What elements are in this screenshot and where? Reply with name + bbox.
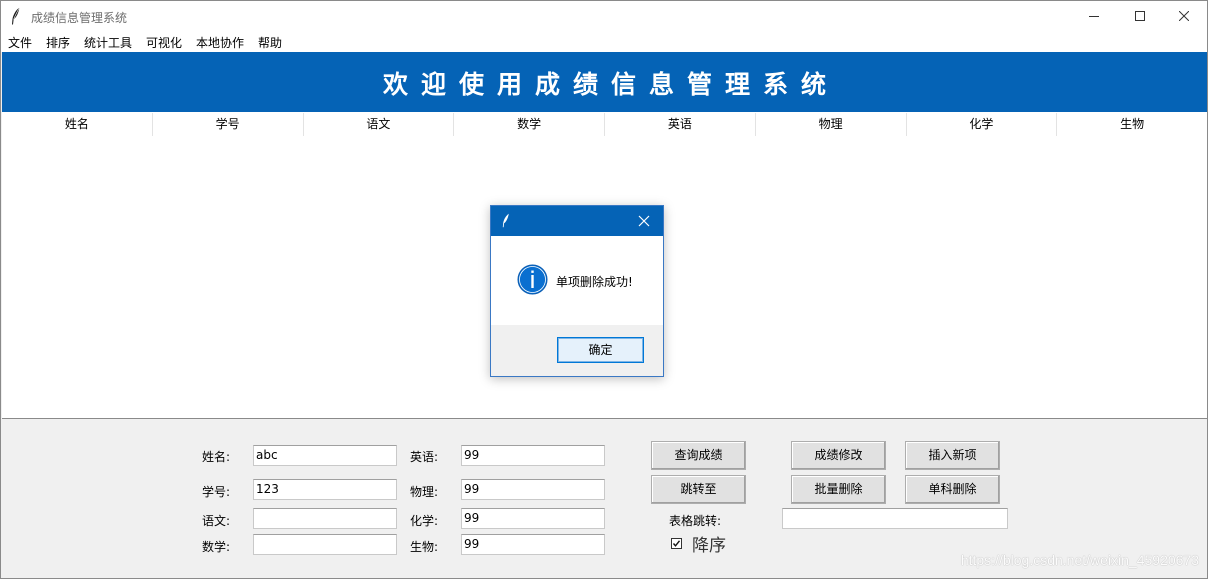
menu-sort[interactable]: 排序 [46,34,70,51]
dialog-body: 单项删除成功! [491,236,663,325]
dialog-message: 单项删除成功! [556,275,633,289]
descending-checkbox[interactable] [671,538,682,549]
column-header-physics[interactable]: 物理 [756,113,907,136]
column-header-id[interactable]: 学号 [153,113,304,136]
column-header-chemistry[interactable]: 化学 [907,113,1058,136]
physics-field[interactable]: 99 [461,479,605,500]
menu-help[interactable]: 帮助 [258,34,282,51]
jump-to-button[interactable]: 跳转至 [651,475,746,504]
name-field[interactable]: abc [253,445,397,466]
close-icon [1179,11,1189,21]
physics-label: 物理: [410,485,439,499]
id-field[interactable]: 123 [253,479,397,500]
title-bar[interactable]: 成绩信息管理系统 [1,1,1207,31]
menu-visualize[interactable]: 可视化 [146,34,182,51]
watermark: https://blog.csdn.net/weixin_45920673 [960,552,1199,568]
name-label: 姓名: [202,450,231,464]
query-scores-button[interactable]: 查询成绩 [651,441,746,470]
chemistry-field[interactable]: 99 [461,508,605,529]
descending-label[interactable]: 降序 [692,531,726,556]
edit-panel: 姓名: abc 学号: 123 语文: 数学: 英语: 99 物理: 99 化学… [2,420,1207,578]
maximize-button[interactable] [1117,1,1163,31]
table-header: 姓名 学号 语文 数学 英语 物理 化学 生物 [2,113,1207,136]
feather-icon [502,213,509,228]
dialog-title-bar[interactable] [491,206,663,236]
minimize-button[interactable] [1071,1,1117,31]
single-subject-delete-button[interactable]: 单科删除 [905,475,1000,504]
feather-icon [12,7,20,25]
close-button[interactable] [1161,1,1207,31]
table-jump-label: 表格跳转: [669,514,722,528]
biology-field[interactable]: 99 [461,534,605,555]
english-label: 英语: [410,450,439,464]
welcome-banner: 欢迎使用成绩信息管理系统 [2,52,1207,112]
english-field[interactable]: 99 [461,445,605,466]
biology-label: 生物: [410,540,439,554]
batch-delete-button[interactable]: 批量删除 [791,475,886,504]
info-dialog: 单项删除成功! 确定 [490,205,664,377]
menu-statistics[interactable]: 统计工具 [84,34,132,51]
menu-file[interactable]: 文件 [8,34,32,51]
column-header-name[interactable]: 姓名 [2,113,153,136]
info-icon [517,264,548,295]
menu-local-collab[interactable]: 本地协作 [196,34,244,51]
dialog-footer: 确定 [491,325,663,376]
table-jump-field[interactable] [782,508,1008,529]
chemistry-label: 化学: [410,514,439,528]
column-header-biology[interactable]: 生物 [1057,113,1207,136]
modify-scores-button[interactable]: 成绩修改 [791,441,886,470]
column-header-chinese[interactable]: 语文 [304,113,455,136]
column-header-english[interactable]: 英语 [605,113,756,136]
column-header-math[interactable]: 数学 [454,113,605,136]
dialog-close-icon[interactable] [637,214,651,228]
banner-title: 欢迎使用成绩信息管理系统 [382,70,839,99]
insert-item-button[interactable]: 插入新项 [905,441,1000,470]
math-label: 数学: [202,540,231,554]
minimize-icon [1089,16,1099,17]
menu-bar: 文件 排序 统计工具 可视化 本地协作 帮助 [1,31,1207,52]
maximize-icon [1135,11,1145,21]
checkmark-icon [672,540,681,547]
math-field[interactable] [253,534,397,555]
chinese-field[interactable] [253,508,397,529]
id-label: 学号: [202,485,231,499]
main-window: 成绩信息管理系统 文件 排序 统计工具 可视化 本地协作 帮助 欢迎使用成绩信息… [0,0,1208,579]
ok-button[interactable]: 确定 [557,337,644,363]
chinese-label: 语文: [202,514,231,528]
window-title: 成绩信息管理系统 [31,11,128,25]
